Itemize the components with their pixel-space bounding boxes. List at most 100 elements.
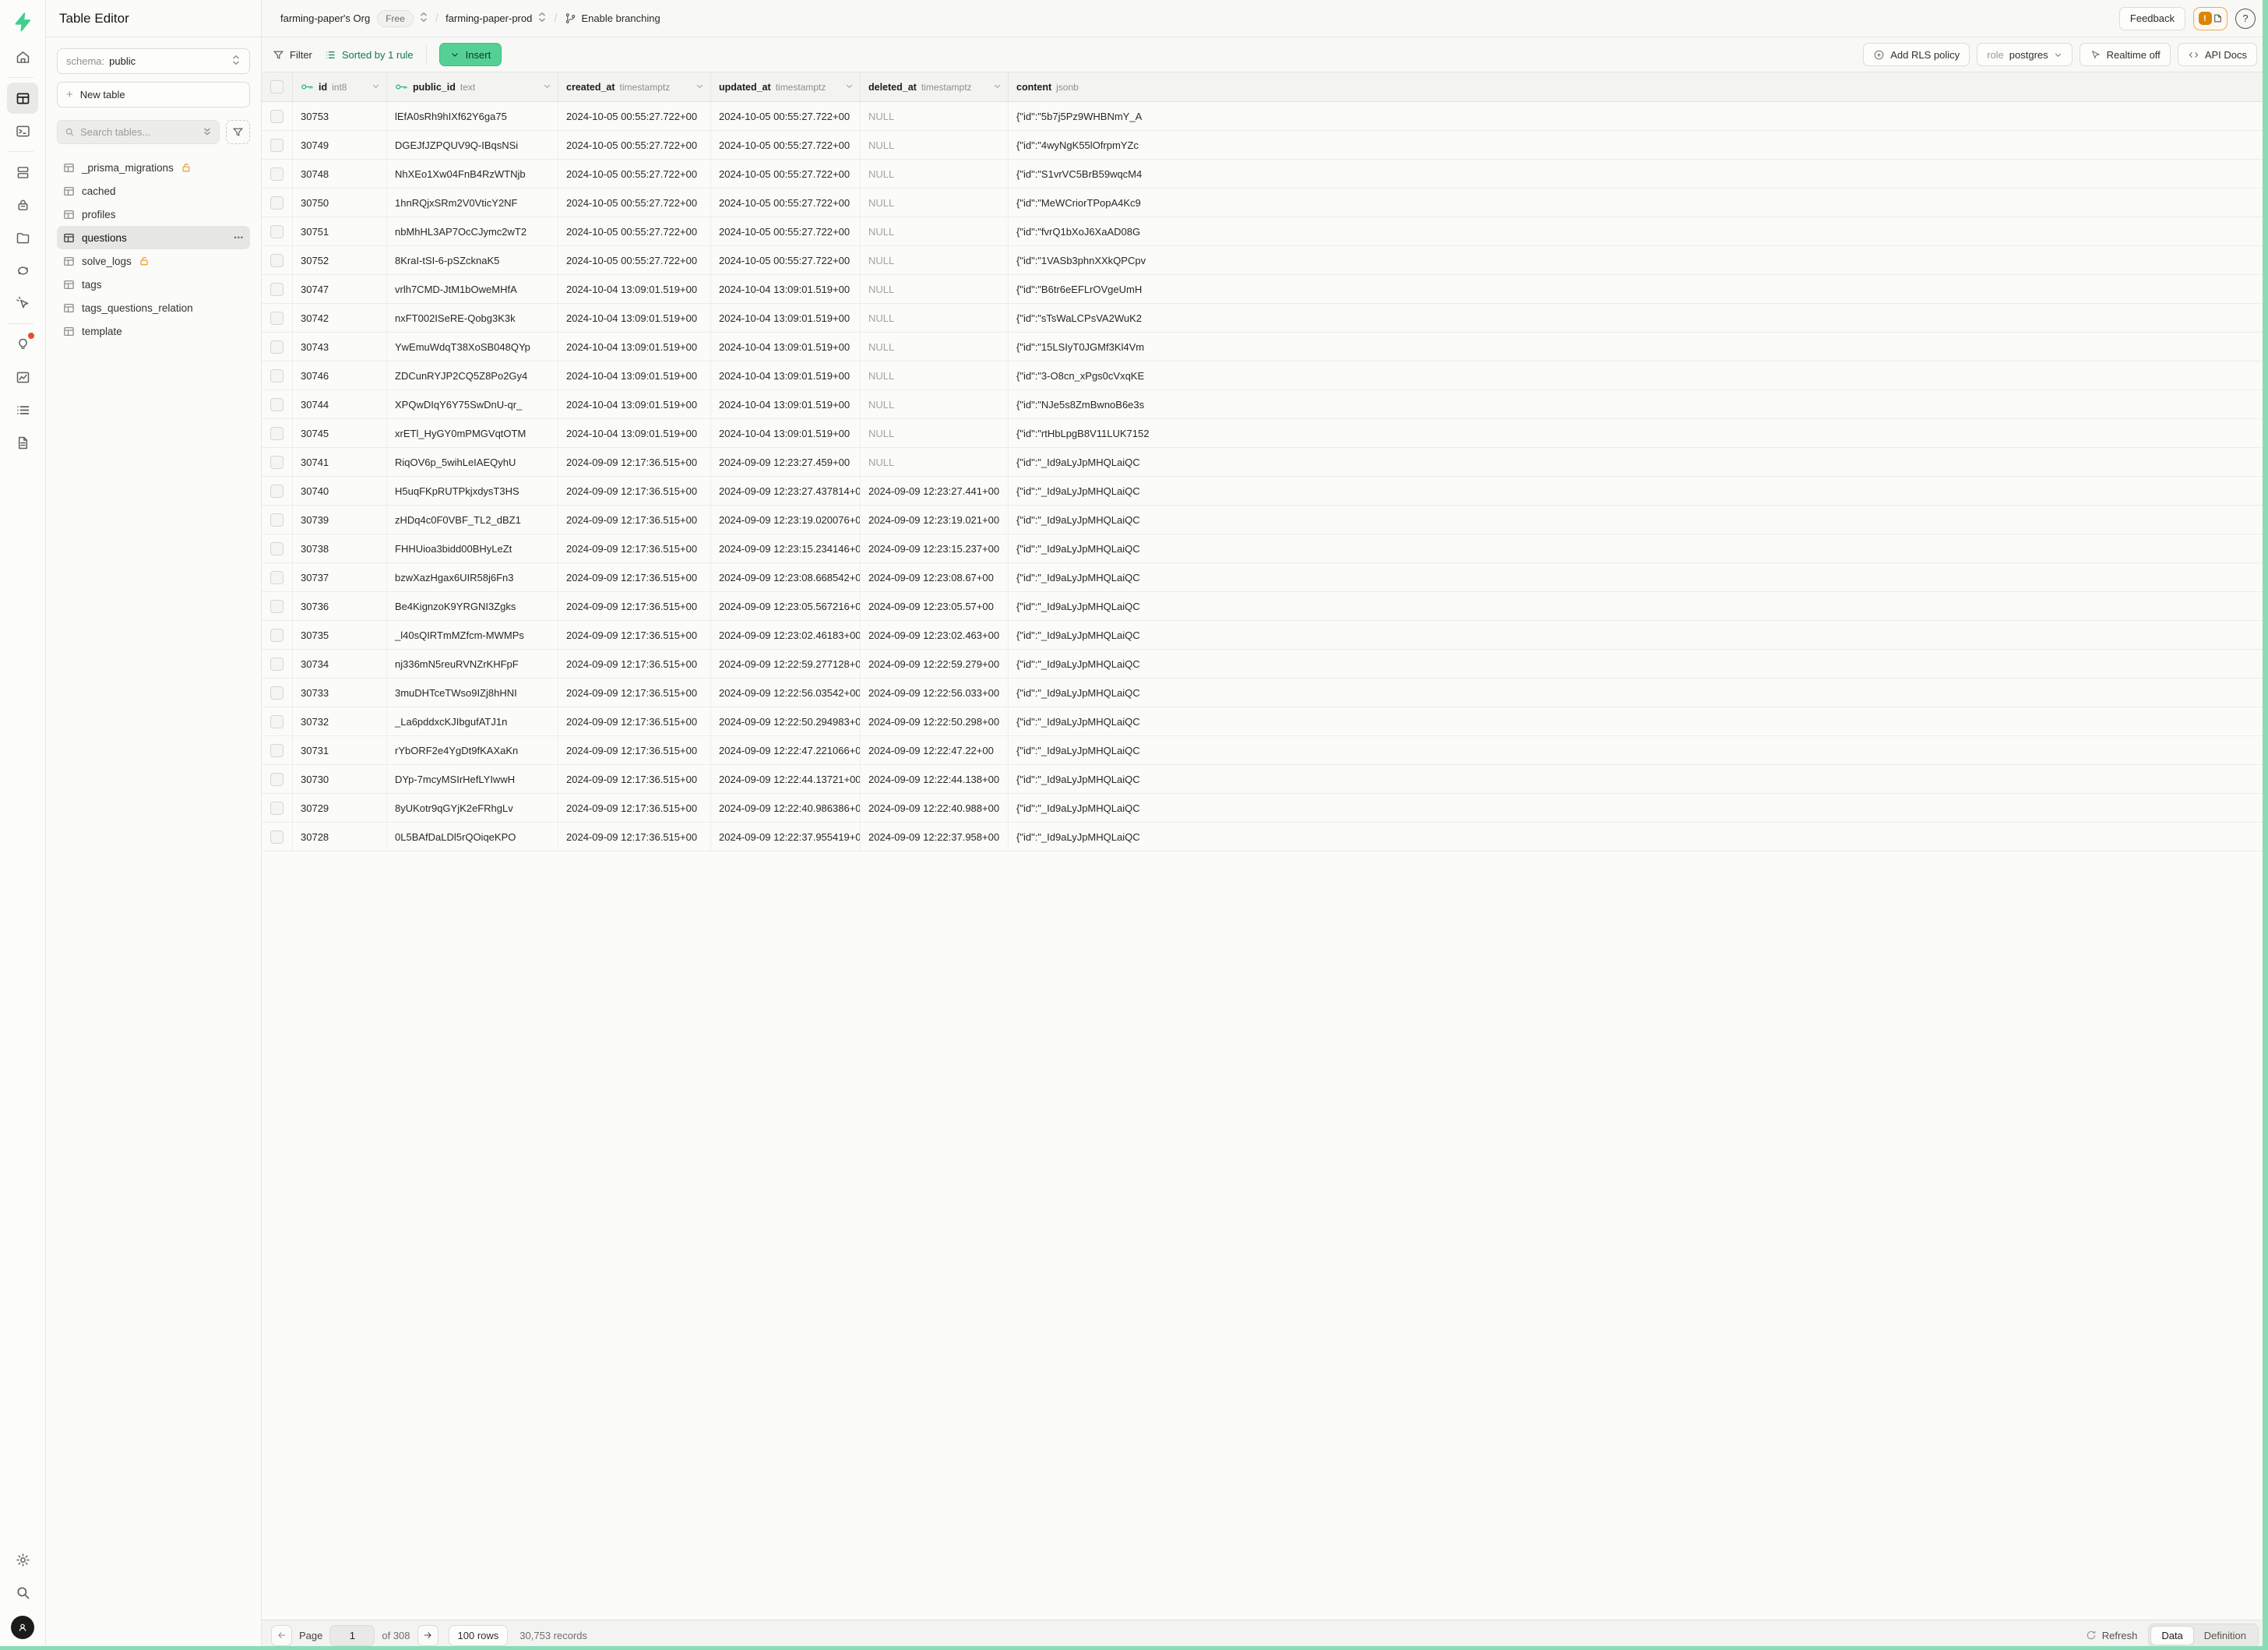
cell-id[interactable]: 30742 xyxy=(293,304,387,332)
cell-content[interactable]: {"id":"_Id9aLyJpMHQLaiQC xyxy=(1009,736,2268,764)
cell-deleted_at[interactable]: 2024-09-09 12:23:02.463+00 xyxy=(861,621,1009,649)
column-header-created_at[interactable]: created_attimestamptz xyxy=(558,72,711,101)
cell-public_id[interactable]: nxFT002ISeRE-Qobg3K3k xyxy=(387,304,558,332)
cell-created_at[interactable]: 2024-10-04 13:09:01.519+00 xyxy=(558,390,711,418)
cell-public_id[interactable]: bzwXazHgax6UIR58j6Fn3 xyxy=(387,563,558,591)
rail-item-reports[interactable] xyxy=(7,361,38,393)
cell-created_at[interactable]: 2024-09-09 12:17:36.515+00 xyxy=(558,736,711,764)
cell-public_id[interactable]: DGEJfJZPQUV9Q-IBqsNSi xyxy=(387,131,558,159)
table-options-icon[interactable]: ••• xyxy=(234,234,244,242)
cell-public_id[interactable]: nbMhHL3AP7OcCJymc2wT2 xyxy=(387,217,558,245)
role-select[interactable]: role postgres xyxy=(1977,43,2073,66)
cell-id[interactable]: 30740 xyxy=(293,477,387,505)
cell-public_id[interactable]: DYp-7mcyMSIrHefLYIwwH xyxy=(387,765,558,793)
cell-content[interactable]: {"id":"_Id9aLyJpMHQLaiQC xyxy=(1009,534,2268,562)
cell-content[interactable]: {"id":"4wyNgK55lOfrpmYZc xyxy=(1009,131,2268,159)
chevron-down-icon[interactable] xyxy=(372,82,380,93)
row-checkbox[interactable] xyxy=(270,110,284,123)
cell-public_id[interactable]: vrlh7CMD-JtM1bOweMHfA xyxy=(387,275,558,303)
cell-id[interactable]: 30736 xyxy=(293,592,387,620)
cell-public_id[interactable]: H5uqFKpRUTPkjxdysT3HS xyxy=(387,477,558,505)
tab-definition[interactable]: Definition xyxy=(2194,1626,2256,1645)
rail-item-auth[interactable] xyxy=(7,189,38,220)
cell-id[interactable]: 30743 xyxy=(293,333,387,361)
row-checkbox[interactable] xyxy=(270,196,284,210)
search-tables-input[interactable]: Search tables... xyxy=(57,120,220,144)
rail-item-table-editor[interactable] xyxy=(7,83,38,114)
rail-item-database[interactable] xyxy=(7,157,38,188)
cell-updated_at[interactable]: 2024-09-09 12:23:19.020076+00 xyxy=(711,506,861,534)
cell-updated_at[interactable]: 2024-10-05 00:55:27.722+00 xyxy=(711,131,861,159)
cell-content[interactable]: {"id":"MeWCriorTPopA4Kc9 xyxy=(1009,189,2268,217)
insert-button[interactable]: Insert xyxy=(439,43,502,66)
cell-created_at[interactable]: 2024-10-04 13:09:01.519+00 xyxy=(558,361,711,390)
cell-updated_at[interactable]: 2024-10-05 00:55:27.722+00 xyxy=(711,217,861,245)
cell-content[interactable]: {"id":"B6tr6eEFLrOVgeUmH xyxy=(1009,275,2268,303)
cell-public_id[interactable]: rYbORF2e4YgDt9fKAXaKn xyxy=(387,736,558,764)
filter-button[interactable]: Filter xyxy=(273,49,312,61)
column-header-content[interactable]: contentjsonb xyxy=(1009,72,2268,101)
cell-updated_at[interactable]: 2024-09-09 12:22:50.294983+00 xyxy=(711,707,861,735)
cell-id[interactable]: 30737 xyxy=(293,563,387,591)
cell-created_at[interactable]: 2024-10-05 00:55:27.722+00 xyxy=(558,160,711,188)
cell-deleted_at[interactable]: NULL xyxy=(861,246,1009,274)
cell-created_at[interactable]: 2024-09-09 12:17:36.515+00 xyxy=(558,477,711,505)
cell-id[interactable]: 30752 xyxy=(293,246,387,274)
cell-deleted_at[interactable]: 2024-09-09 12:22:56.033+00 xyxy=(861,679,1009,707)
prev-page-button[interactable] xyxy=(271,1625,292,1646)
supabase-logo[interactable] xyxy=(11,10,34,33)
help-button[interactable]: ? xyxy=(2235,9,2256,29)
cell-id[interactable]: 30753 xyxy=(293,102,387,130)
cell-id[interactable]: 30749 xyxy=(293,131,387,159)
cell-public_id[interactable]: 1hnRQjxSRm2V0VticY2NF xyxy=(387,189,558,217)
cell-updated_at[interactable]: 2024-09-09 12:23:15.234146+00 xyxy=(711,534,861,562)
rail-item-edge-functions[interactable] xyxy=(7,255,38,286)
rail-item-home[interactable] xyxy=(7,41,38,72)
rail-item-api-docs[interactable] xyxy=(7,427,38,458)
row-checkbox[interactable] xyxy=(270,830,284,844)
cell-deleted_at[interactable]: NULL xyxy=(861,160,1009,188)
cell-deleted_at[interactable]: 2024-09-09 12:23:27.441+00 xyxy=(861,477,1009,505)
cell-content[interactable]: {"id":"_Id9aLyJpMHQLaiQC xyxy=(1009,592,2268,620)
project-switch-icon[interactable] xyxy=(537,12,547,25)
feedback-button[interactable]: Feedback xyxy=(2119,7,2185,30)
row-checkbox[interactable] xyxy=(270,513,284,527)
cell-public_id[interactable]: nj336mN5reuRVNZrKHFpF xyxy=(387,650,558,678)
cell-updated_at[interactable]: 2024-09-09 12:22:47.221066+00 xyxy=(711,736,861,764)
breadcrumb-project[interactable]: farming-paper-prod xyxy=(446,12,532,24)
cell-updated_at[interactable]: 2024-10-04 13:09:01.519+00 xyxy=(711,361,861,390)
row-checkbox[interactable] xyxy=(270,629,284,642)
cell-public_id[interactable]: RiqOV6p_5wihLeIAEQyhU xyxy=(387,448,558,476)
cell-public_id[interactable]: NhXEo1Xw04FnB4RzWTNjb xyxy=(387,160,558,188)
cell-updated_at[interactable]: 2024-10-05 00:55:27.722+00 xyxy=(711,189,861,217)
cell-updated_at[interactable]: 2024-09-09 12:23:02.46183+00 xyxy=(711,621,861,649)
cell-content[interactable]: {"id":"sTsWaLCPsVA2WuK2 xyxy=(1009,304,2268,332)
sidebar-table-_prisma_migrations[interactable]: _prisma_migrations xyxy=(57,156,250,179)
cell-content[interactable]: {"id":"_Id9aLyJpMHQLaiQC xyxy=(1009,621,2268,649)
sidebar-table-solve_logs[interactable]: solve_logs xyxy=(57,249,250,273)
cell-created_at[interactable]: 2024-10-05 00:55:27.722+00 xyxy=(558,102,711,130)
cell-updated_at[interactable]: 2024-10-05 00:55:27.722+00 xyxy=(711,246,861,274)
rail-item-realtime[interactable] xyxy=(7,287,38,319)
cell-content[interactable]: {"id":"NJe5s8ZmBwnoB6e3s xyxy=(1009,390,2268,418)
chevron-down-icon[interactable] xyxy=(993,82,1002,93)
rail-item-sql-editor[interactable] xyxy=(7,115,38,146)
cell-updated_at[interactable]: 2024-10-04 13:09:01.519+00 xyxy=(711,304,861,332)
cell-public_id[interactable]: xrETl_HyGY0mPMGVqtOTM xyxy=(387,419,558,447)
row-checkbox[interactable] xyxy=(270,542,284,555)
cell-id[interactable]: 30748 xyxy=(293,160,387,188)
cell-public_id[interactable]: XPQwDIqY6Y75SwDnU-qr_ xyxy=(387,390,558,418)
sidebar-table-tags_questions_relation[interactable]: tags_questions_relation xyxy=(57,296,250,319)
cell-public_id[interactable]: 8KraI-tSI-6-pSZcknaK5 xyxy=(387,246,558,274)
cell-public_id[interactable]: Be4KignzoK9YRGNI3Zgks xyxy=(387,592,558,620)
cell-created_at[interactable]: 2024-09-09 12:17:36.515+00 xyxy=(558,448,711,476)
cell-deleted_at[interactable]: 2024-09-09 12:23:05.57+00 xyxy=(861,592,1009,620)
cell-deleted_at[interactable]: 2024-09-09 12:23:08.67+00 xyxy=(861,563,1009,591)
cell-deleted_at[interactable]: NULL xyxy=(861,419,1009,447)
cell-updated_at[interactable]: 2024-10-04 13:09:01.519+00 xyxy=(711,419,861,447)
cell-deleted_at[interactable]: 2024-09-09 12:22:59.279+00 xyxy=(861,650,1009,678)
rows-per-page-button[interactable]: 100 rows xyxy=(449,1625,509,1646)
plan-badge[interactable]: Free xyxy=(377,10,414,27)
table-filter-button[interactable] xyxy=(226,120,250,144)
cell-updated_at[interactable]: 2024-10-04 13:09:01.519+00 xyxy=(711,390,861,418)
